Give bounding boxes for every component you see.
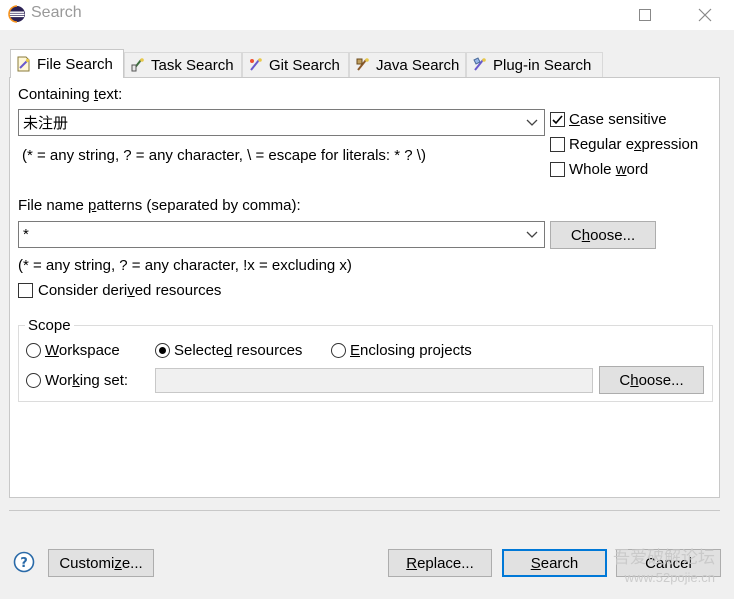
radio-circle[interactable] (331, 343, 346, 358)
mnemonic: h (581, 226, 591, 244)
label-part: oose... (590, 226, 636, 244)
file-search-icon (17, 56, 30, 72)
mnemonic: h (630, 371, 639, 389)
label-part: atterns (separated by comma): (96, 197, 301, 214)
label-part: orkspace (58, 342, 120, 359)
working-set-field[interactable] (155, 368, 593, 393)
eclipse-logo-icon (8, 5, 25, 23)
watermark-line: www.52pojie.cn (624, 570, 715, 585)
checkmark-icon (552, 115, 563, 125)
customize-button[interactable]: Customize... (48, 549, 154, 577)
tab-java-search[interactable]: Java Search (349, 52, 466, 77)
working-set-radio[interactable]: Working set: (26, 372, 128, 389)
consider-derived-checkbox[interactable]: Consider derived resources (18, 282, 221, 299)
file-name-patterns-label: File name patterns (separated by comma): (18, 197, 301, 214)
label-part: pression (641, 136, 699, 153)
label-part: Wor (45, 372, 73, 389)
radio-circle[interactable] (26, 373, 41, 388)
checkbox-box[interactable] (550, 137, 565, 152)
help-icon[interactable]: ? (13, 551, 35, 573)
label-part: File name (18, 197, 89, 214)
maximize-icon (639, 9, 651, 21)
checkbox-box[interactable] (550, 112, 565, 127)
selected-resources-radio[interactable]: Selected resources (155, 342, 302, 359)
search-button[interactable]: Search (502, 549, 607, 577)
tab-label: Java Search (376, 56, 460, 74)
tab-label: File Search (37, 55, 113, 73)
label-part: ing set: (79, 372, 129, 389)
mnemonic: v (127, 282, 135, 299)
mnemonic: z (114, 554, 122, 572)
mnemonic: C (569, 111, 580, 128)
workspace-radio[interactable]: Workspace (26, 342, 120, 359)
chevron-down-icon[interactable] (526, 229, 538, 239)
label-part: ord (626, 161, 649, 178)
maximize-button[interactable] (622, 0, 668, 30)
task-search-icon (131, 58, 144, 72)
checkbox-box[interactable] (550, 162, 565, 177)
label-part: earch (540, 554, 579, 572)
tab-git-search[interactable]: Git Search (242, 52, 349, 77)
scope-label: Scope (25, 317, 74, 334)
label-part: Containing (18, 86, 94, 103)
tab-label: Git Search (269, 56, 340, 74)
close-button[interactable] (682, 0, 728, 30)
svg-text:?: ? (20, 556, 28, 571)
label-part: eplace... (417, 554, 474, 572)
containing-text-hint: (* = any string, ? = any character, \ = … (22, 147, 426, 164)
enclosing-projects-radio[interactable]: Enclosing projects (331, 342, 472, 359)
tab-plugin-search[interactable]: Plug-in Search (466, 52, 603, 77)
file-name-patterns-combo[interactable]: * (18, 221, 545, 248)
label-part: ase sensitive (579, 111, 667, 128)
label-part: nclosing projects (360, 342, 472, 359)
checkbox-box[interactable] (18, 283, 33, 298)
containing-text-combo[interactable]: 未注册 (18, 109, 545, 136)
tab-label: Task Search (151, 56, 234, 74)
tab-label: Plug-in Search (493, 56, 592, 74)
containing-text-label: Containing text: (18, 86, 122, 103)
whole-word-checkbox[interactable]: Whole word (550, 161, 648, 178)
close-icon (698, 8, 712, 22)
scope-choose-button[interactable]: Choose... (599, 366, 704, 394)
plugin-search-icon (473, 57, 486, 71)
patterns-choose-button[interactable]: Choose... (550, 221, 656, 249)
watermark: 吾爱破解论坛 www.52pojie.cn (613, 548, 715, 588)
radio-circle[interactable] (26, 343, 41, 358)
tab-task-search[interactable]: Task Search (124, 52, 242, 77)
label-part: C (619, 371, 631, 389)
mnemonic: S (530, 554, 541, 572)
label-part: oose... (638, 371, 684, 389)
label-part: e... (121, 554, 143, 572)
regular-expression-checkbox[interactable]: Regular expression (550, 136, 698, 153)
label-part: Selecte (174, 342, 225, 359)
mnemonic: w (615, 161, 627, 178)
radio-circle[interactable] (155, 343, 170, 358)
footer-separator (9, 510, 720, 511)
containing-text-value: 未注册 (23, 115, 69, 132)
label-part: Regular e (569, 136, 635, 153)
watermark-line: 吾爱破解论坛 (613, 548, 715, 567)
java-search-icon (356, 58, 369, 71)
tab-file-search[interactable]: File Search (10, 49, 124, 78)
label-part: ed resources (134, 282, 222, 299)
label-part: ext: (98, 86, 123, 103)
file-name-patterns-value: * (23, 226, 29, 243)
mnemonic: R (406, 554, 418, 572)
git-search-icon (250, 58, 262, 71)
label-part: C (570, 226, 582, 244)
label-part: Whole (569, 161, 616, 178)
mnemonic: W (45, 342, 59, 359)
label-part: resources (232, 342, 303, 359)
file-name-patterns-hint: (* = any string, ? = any character, !x =… (18, 257, 352, 274)
window-title: Search (31, 4, 82, 21)
label-part: Consider deri (38, 282, 128, 299)
mnemonic: E (350, 342, 361, 359)
label-part: Customi (59, 554, 115, 572)
radio-dot (159, 347, 166, 354)
case-sensitive-checkbox[interactable]: Case sensitive (550, 111, 667, 128)
chevron-down-icon[interactable] (526, 117, 538, 127)
mnemonic: k (72, 372, 80, 389)
mnemonic: x (634, 136, 642, 153)
replace-button[interactable]: Replace... (388, 549, 492, 577)
